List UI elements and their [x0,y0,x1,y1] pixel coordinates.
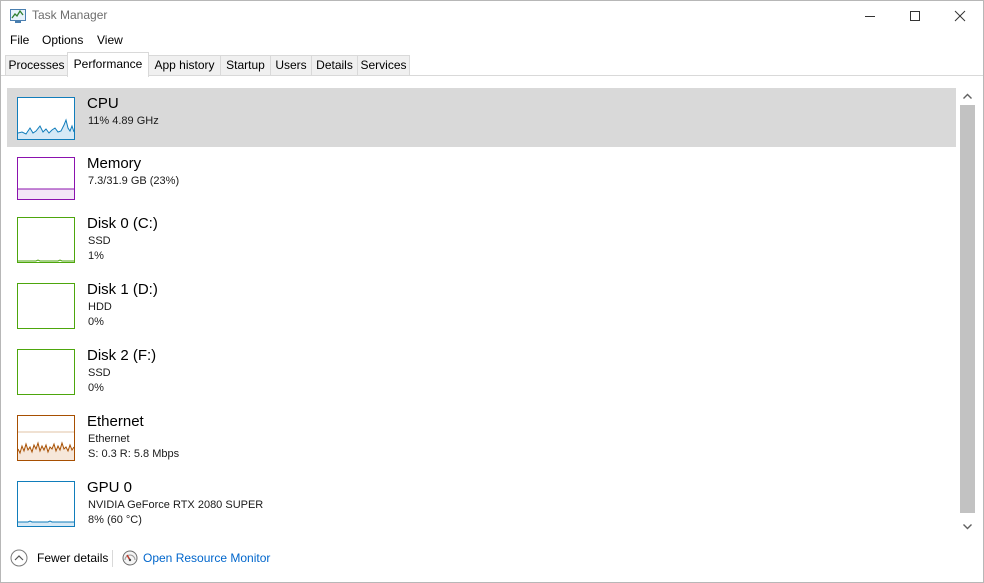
scroll-up-button[interactable] [959,88,976,105]
resource-item-disk-1[interactable]: Disk 1 (D:) HDD 0% [7,274,956,338]
title-bar[interactable]: Task Manager [1,1,983,31]
scroll-down-button[interactable] [959,518,976,535]
resource-title: CPU [87,95,119,112]
cpu-graph-thumbnail [17,97,75,140]
tab-performance[interactable]: Performance [67,52,149,77]
tab-services[interactable]: Services [357,55,410,75]
resource-detail: Ethernet [88,433,130,445]
close-button[interactable] [937,1,983,31]
resource-item-disk-2[interactable]: Disk 2 (F:) SSD 0% [7,340,956,404]
window-title: Task Manager [32,8,108,22]
menu-options[interactable]: Options [42,33,83,47]
menu-view[interactable]: View [97,33,123,47]
tab-app-history[interactable]: App history [148,55,221,75]
close-icon [954,10,966,22]
maximize-button[interactable] [892,1,938,31]
resource-monitor-icon [122,550,138,566]
chevron-up-icon [963,93,972,99]
gpu-0-graph-thumbnail [17,481,75,527]
resource-title: Ethernet [87,413,144,430]
open-resource-monitor-link[interactable]: Open Resource Monitor [143,551,270,565]
tab-strip: Processes Performance App history Startu… [1,52,983,77]
chevron-down-icon [963,524,972,530]
task-manager-icon [10,8,26,24]
resource-item-gpu-0[interactable]: GPU 0 NVIDIA GeForce RTX 2080 SUPER 8% (… [7,472,956,536]
resource-detail: 11% 4.89 GHz [88,115,159,127]
disk-2-graph-thumbnail [17,349,75,395]
disk-0-graph-thumbnail [17,217,75,263]
resource-title: Disk 0 (C:) [87,215,158,232]
resource-detail: 1% [88,250,104,262]
maximize-icon [910,11,920,21]
resource-detail: 0% [88,316,104,328]
tab-users[interactable]: Users [270,55,312,75]
resource-item-ethernet[interactable]: Ethernet Ethernet S: 0.3 R: 5.8 Mbps [7,406,956,470]
resource-detail: S: 0.3 R: 5.8 Mbps [88,448,180,460]
resource-item-memory[interactable]: Memory 7.3/31.9 GB (23%) [7,148,956,206]
footer-divider [112,550,113,567]
menu-file[interactable]: File [10,33,29,47]
menu-bar: File Options View [1,31,983,51]
resource-detail: HDD [88,301,112,313]
minimize-icon [865,16,875,17]
footer: Fewer details Open Resource Monitor [1,541,983,581]
resource-detail: 8% (60 °C) [88,514,142,526]
resource-title: GPU 0 [87,479,133,496]
memory-graph-thumbnail [17,157,75,200]
resource-title: Disk 2 (F:) [87,347,157,364]
resource-list: CPU 11% 4.89 GHz Memory 7.3/31.9 GB (23%… [1,76,957,536]
resource-title: Memory [87,155,142,172]
ethernet-graph-thumbnail [17,415,75,461]
resource-detail: SSD [88,235,111,247]
chevron-up-circle-icon[interactable] [10,549,28,567]
resource-detail: SSD [88,367,111,379]
fewer-details-button[interactable]: Fewer details [37,551,108,565]
tab-details[interactable]: Details [311,55,358,75]
resource-detail: 0% [88,382,104,394]
tab-startup[interactable]: Startup [220,55,271,75]
scroll-thumb[interactable] [960,105,975,513]
task-manager-window: Task Manager File Options View Processes… [0,0,984,583]
tab-processes[interactable]: Processes [5,55,68,75]
resource-title: Disk 1 (D:) [87,281,158,298]
disk-1-graph-thumbnail [17,283,75,329]
resource-item-cpu[interactable]: CPU 11% 4.89 GHz [7,88,956,147]
resource-detail: 7.3/31.9 GB (23%) [88,175,180,187]
minimize-button[interactable] [847,1,893,31]
resource-item-disk-0[interactable]: Disk 0 (C:) SSD 1% [7,208,956,272]
resource-detail: NVIDIA GeForce RTX 2080 SUPER [88,499,264,511]
